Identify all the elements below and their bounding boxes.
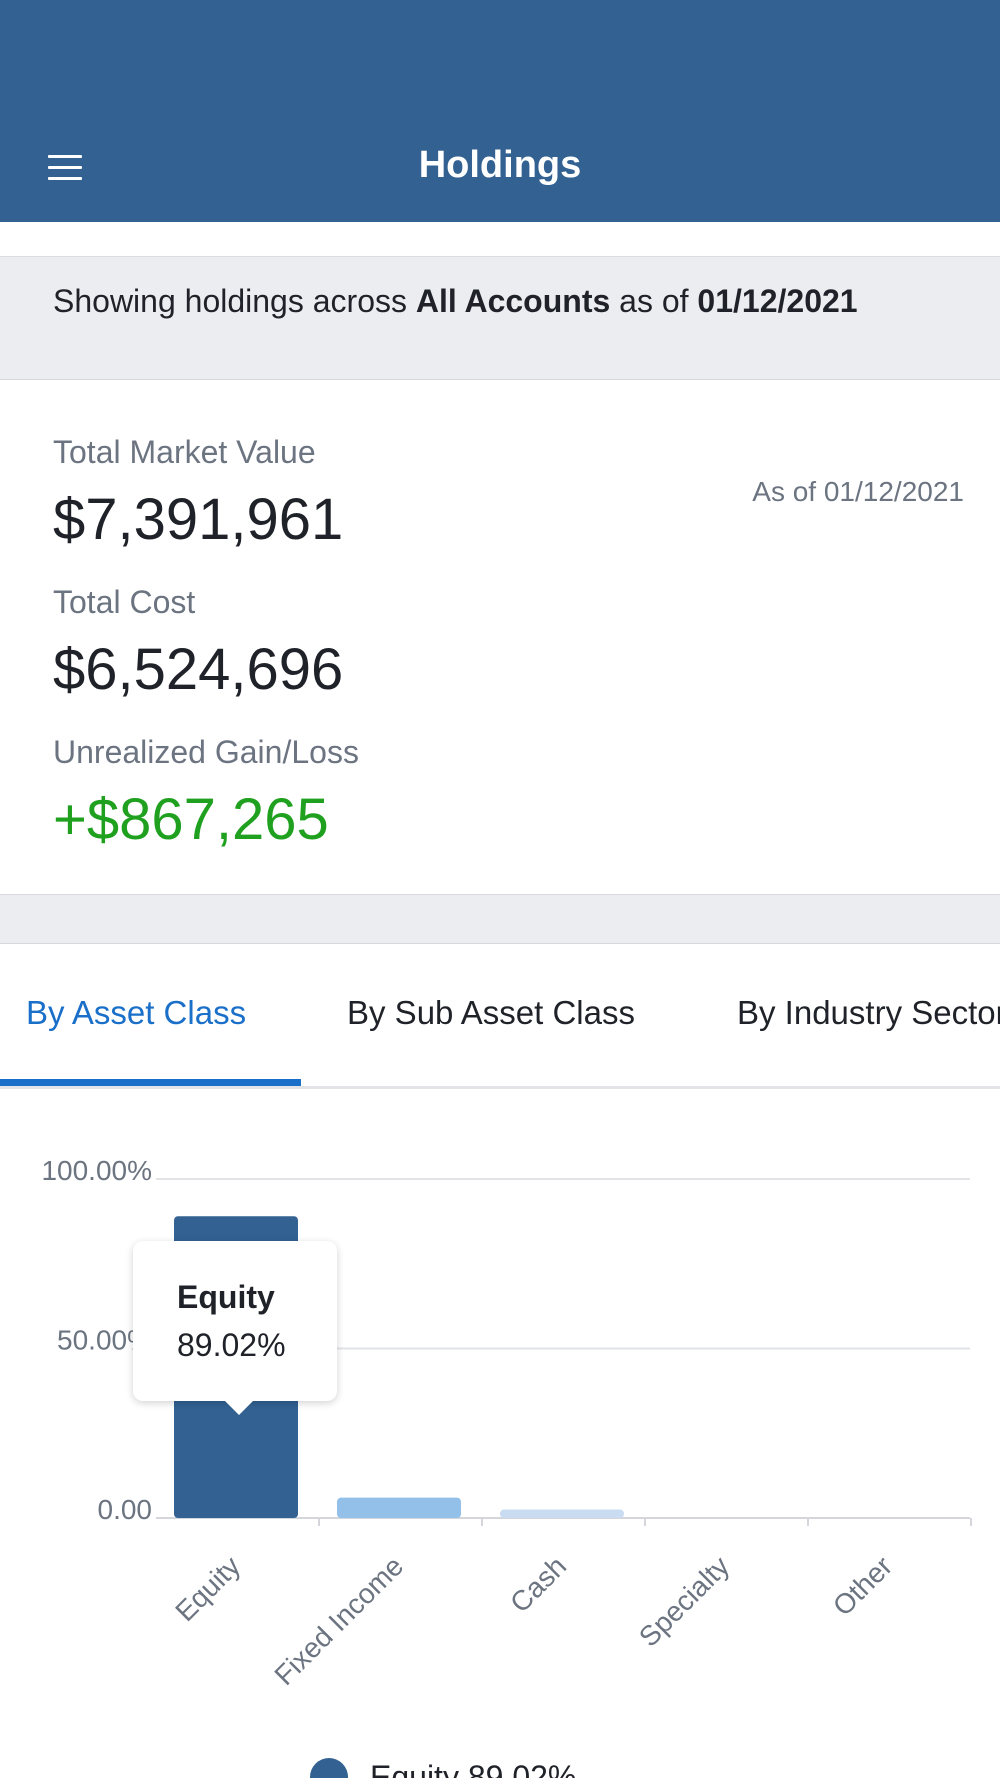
page-title: Holdings (418, 144, 582, 186)
unrealized-gain-loss-label: Unrealized Gain/Loss (53, 734, 359, 770)
x-tick-label: Equity (169, 1550, 246, 1627)
total-market-value: $7,391,961 (53, 487, 344, 552)
bar-cash (500, 1509, 624, 1518)
app-header: Holdings (0, 0, 1000, 222)
x-tick-label: Specialty (633, 1550, 735, 1652)
holdings-summary: Total Market Value $7,391,961 As of 01/1… (0, 380, 1000, 894)
total-cost: $6,524,696 (53, 637, 344, 702)
legend-swatch (310, 1758, 348, 1778)
chart-tooltip: Equity 89.02% (133, 1241, 337, 1415)
x-tick-label: Other (827, 1550, 898, 1621)
chart-legend[interactable]: Equity 89.02% (310, 1758, 576, 1778)
banner-accounts[interactable]: All Accounts (416, 283, 610, 319)
bar-chart-svg: 0.0050.00%100.00%Equity Fixed Income Cash S… (41, 1155, 972, 1691)
tab-by-asset-class[interactable]: By Asset Class (26, 994, 246, 1032)
banner-prefix: Showing holdings across (53, 283, 416, 319)
total-market-value-label: Total Market Value (53, 434, 316, 470)
legend-label: Equity 89.02% (370, 1758, 577, 1778)
x-tick-label: Fixed Income (268, 1550, 409, 1691)
active-tab-indicator (0, 1079, 301, 1086)
tooltip-value: 89.02% (177, 1327, 286, 1363)
banner-text: Showing holdings across All Accounts as … (53, 283, 858, 320)
total-cost-label: Total Cost (53, 584, 196, 620)
x-tick-label: Cash (504, 1550, 572, 1618)
banner-middle: as of (610, 283, 698, 319)
holdings-scope-banner: Showing holdings across All Accounts as … (0, 256, 1000, 380)
tooltip-title: Equity (177, 1279, 275, 1315)
tab-by-sub-asset-class[interactable]: By Sub Asset Class (347, 994, 635, 1032)
bar-fixed-income (337, 1497, 461, 1518)
section-divider (0, 894, 1000, 944)
asset-class-chart: 0.00 50.00% 100.00% Equity Fixed Income Cash S… (0, 1089, 1000, 1778)
y-tick-label: 100.00% (41, 1155, 152, 1186)
y-tick-label: 0.00 (98, 1494, 153, 1525)
unrealized-gain-loss-value: +$867,265 (53, 787, 329, 852)
banner-date: 01/12/2021 (697, 283, 858, 319)
as-of-date: As of 01/12/2021 (752, 476, 964, 507)
holdings-tabs: By Asset Class By Sub Asset Class By Ind… (0, 944, 1000, 1089)
tab-by-industry-sector[interactable]: By Industry Sector (737, 994, 1000, 1032)
